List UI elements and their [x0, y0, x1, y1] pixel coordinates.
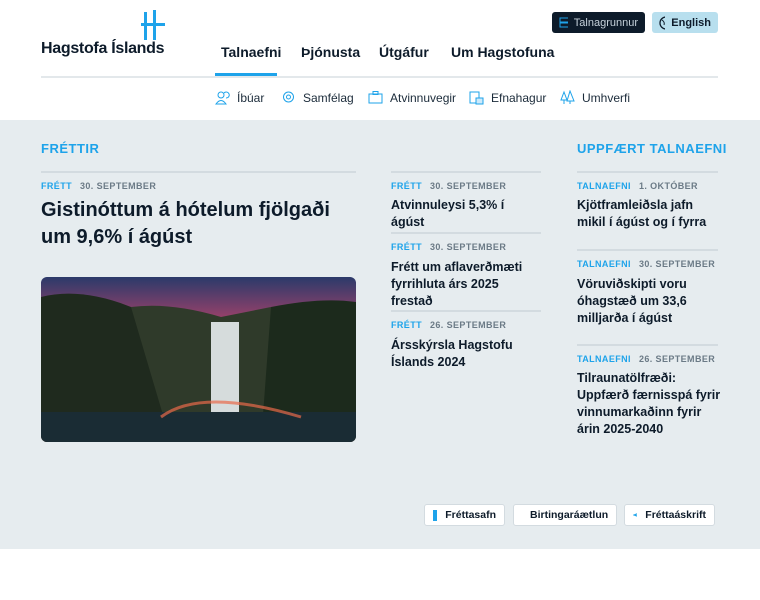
nav-um-hagstofuna[interactable]: Um Hagstofuna — [451, 44, 554, 60]
news-item-title[interactable]: Ársskýrsla Hagstofu Íslands 2024 — [391, 337, 541, 371]
subnav-ibuar[interactable]: Íbúar — [215, 90, 264, 105]
community-icon — [283, 91, 294, 103]
waterfall-image — [41, 277, 356, 442]
birtingaraaetlun-button[interactable]: 31Birtingaráætlun — [513, 504, 617, 526]
divider — [391, 310, 541, 312]
updated-heading: UPPFÆRT TALNAEFNI — [577, 141, 727, 156]
divider — [577, 344, 718, 346]
divider — [41, 171, 356, 173]
news-heading: FRÉTTIR — [41, 141, 100, 156]
subnav-label: Umhverfi — [582, 90, 631, 105]
subnav-label: Efnahagur — [491, 90, 547, 105]
people-icon — [215, 91, 230, 105]
trees-icon — [560, 90, 575, 104]
subnav-atvinnuvegir[interactable]: Atvinnuvegir — [368, 90, 456, 105]
button-label: Fréttasafn — [445, 509, 496, 521]
nav-utgafur[interactable]: Útgáfur — [379, 44, 429, 60]
subnav-label: Atvinnuvegir — [390, 90, 457, 105]
featured-meta: FRÉTT 30. SEPTEMBER — [41, 181, 156, 191]
newspaper-icon — [433, 509, 438, 521]
subnav-samfelag[interactable]: Samfélag — [281, 90, 354, 105]
coins-icon — [469, 91, 484, 105]
tag-date: 30. SEPTEMBER — [430, 242, 507, 252]
tag-date: 30. SEPTEMBER — [80, 181, 157, 191]
tag-type: TALNAEFNI — [577, 259, 631, 269]
divider — [577, 249, 718, 251]
tag-date: 30. SEPTEMBER — [430, 181, 507, 191]
divider — [391, 232, 541, 234]
globe-icon — [659, 15, 666, 30]
tag-type: FRÉTT — [391, 181, 422, 191]
english-label: English — [671, 16, 711, 29]
subnav-efnahagur[interactable]: Efnahagur — [469, 90, 546, 105]
tag-type: FRÉTT — [391, 242, 422, 252]
updated-item-title[interactable]: Vöruviðskipti voru óhagstæð um 33,6 mill… — [577, 276, 707, 327]
news-item-title[interactable]: Atvinnuleysi 5,3% í ágúst — [391, 197, 541, 231]
nav-talnaefni[interactable]: Talnaefni — [221, 44, 281, 60]
subnav-label: Samfélag — [303, 90, 354, 105]
logo[interactable]: Hagstofa Íslands — [41, 40, 165, 58]
site-header: Hagstofa Íslands Talnaefni Þjónusta Útgá… — [0, 0, 760, 120]
featured-title[interactable]: Gistinóttum á hótelum fjölgaði um 9,6% í… — [41, 197, 356, 251]
button-label: Birtingaráætlun — [530, 509, 609, 521]
tag-type: TALNAEFNI — [577, 354, 631, 364]
database-icon — [559, 17, 568, 28]
paper-plane-icon — [633, 512, 638, 517]
tag-type: TALNAEFNI — [577, 181, 631, 191]
divider — [577, 171, 718, 173]
tag-date: 30. SEPTEMBER — [638, 259, 716, 269]
button-label: Fréttaáskrift — [645, 509, 706, 521]
divider — [391, 171, 541, 173]
frettasafn-button[interactable]: Fréttasafn — [424, 504, 505, 526]
talnagrunnur-button[interactable]: Talnagrunnur — [552, 12, 645, 33]
news-item-meta: FRÉTT 26. SEPTEMBER — [391, 320, 506, 330]
news-item-meta: FRÉTT 30. SEPTEMBER — [391, 181, 506, 191]
tag-date: 26. SEPTEMBER — [638, 354, 716, 364]
briefcase-icon — [368, 91, 383, 104]
tag-date: 1. OKTÓBER — [638, 181, 698, 191]
featured-image-waterfall[interactable] — [41, 277, 356, 442]
updated-item-title[interactable]: Tilraunatölfræði: Uppfærð færnisspá fyri… — [577, 370, 722, 438]
tag-type: FRÉTT — [41, 181, 72, 191]
subnav-umhverfi[interactable]: Umhverfi — [560, 90, 630, 105]
divider — [41, 76, 718, 78]
updated-item-title[interactable]: Kjötframleiðsla jafn mikil í ágúst og í … — [577, 197, 722, 231]
updated-item-meta: TALNAEFNI 26. SEPTEMBER — [577, 354, 715, 364]
english-button[interactable]: English — [652, 12, 718, 33]
subnav-label: Íbúar — [237, 90, 265, 105]
news-item-meta: FRÉTT 30. SEPTEMBER — [391, 242, 506, 252]
talnagrunnur-label: Talnagrunnur — [573, 16, 638, 29]
tag-type: FRÉTT — [391, 320, 422, 330]
tag-date: 26. SEPTEMBER — [430, 320, 507, 330]
logo-icon — [141, 10, 165, 40]
news-item-title[interactable]: Frétt um aflaverðmæti fyrrihluta árs 202… — [391, 259, 541, 310]
updated-item-meta: TALNAEFNI 1. OKTÓBER — [577, 181, 698, 191]
frettaaskrift-button[interactable]: Fréttaáskrift — [624, 504, 715, 526]
updated-item-meta: TALNAEFNI 30. SEPTEMBER — [577, 259, 715, 269]
nav-thjonusta[interactable]: Þjónusta — [301, 44, 360, 60]
